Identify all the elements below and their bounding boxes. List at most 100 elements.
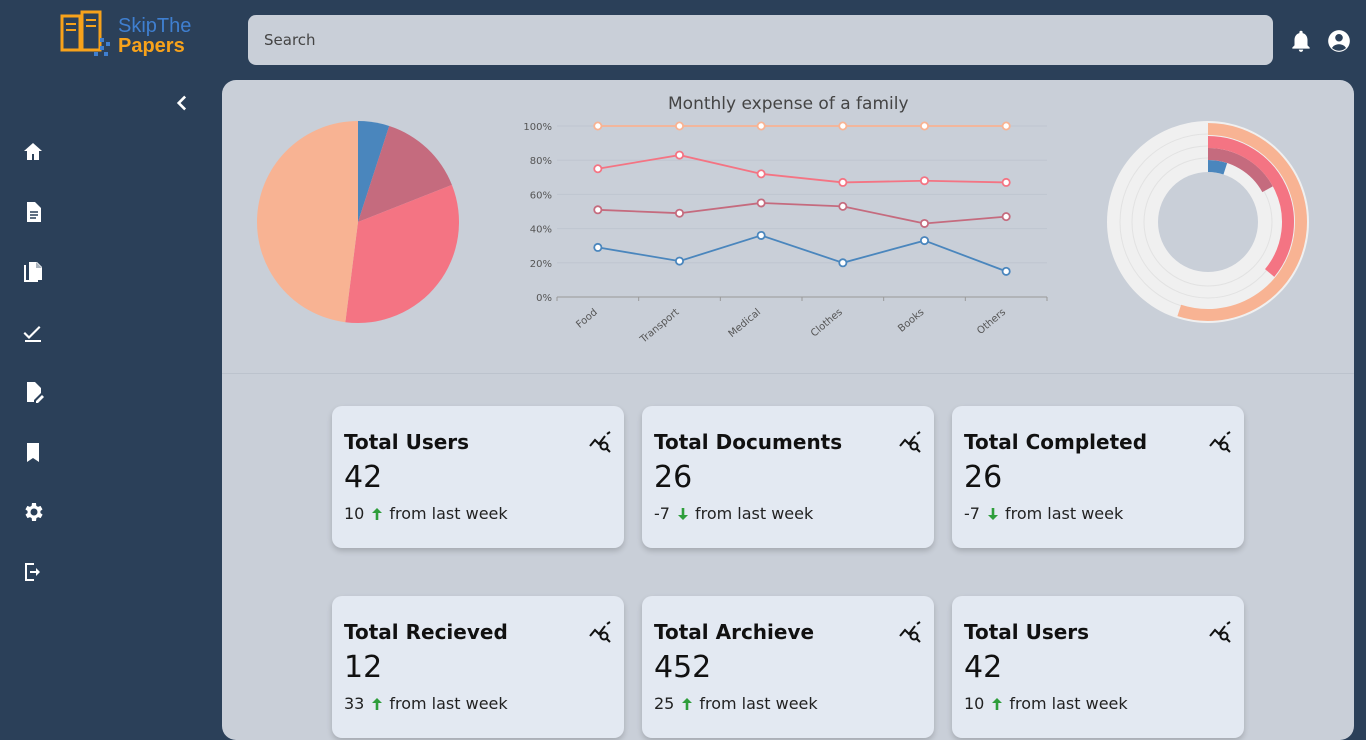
arrow-up-icon (372, 697, 383, 710)
stat-suffix: from last week (699, 694, 818, 713)
series-line-1 (597, 202, 1007, 225)
series-point (593, 121, 603, 131)
stat-change: 33 from last week (344, 694, 508, 713)
analytics-search-icon[interactable] (1208, 620, 1232, 644)
stat-value: 26 (654, 460, 693, 495)
stat-delta: -7 (964, 504, 980, 523)
x-tick-label: Medical (727, 307, 763, 340)
stat-delta: 10 (964, 694, 985, 713)
series-point (756, 121, 766, 131)
sidebar-item-logout[interactable] (18, 557, 48, 587)
y-tick-label: 60% (530, 190, 552, 201)
stat-value: 42 (964, 650, 1003, 685)
arrow-up-icon (372, 507, 383, 520)
sidebar-item-completed[interactable] (18, 317, 48, 347)
stat-title: Total Recieved (344, 620, 508, 644)
series-point (838, 121, 848, 131)
stat-change: -7 from last week (654, 504, 813, 523)
series-point (674, 121, 684, 131)
y-tick-label: 0% (536, 293, 552, 304)
series-point (838, 177, 848, 187)
stat-suffix: from last week (1009, 694, 1128, 713)
book-logo-icon (60, 10, 110, 56)
sidebar-item-home[interactable] (18, 137, 48, 167)
series-line-2 (597, 154, 1007, 184)
x-tick-label: Books (896, 307, 926, 335)
series-point (593, 164, 603, 174)
bell-icon[interactable] (1288, 28, 1314, 54)
arrow-down-icon (987, 507, 998, 520)
arrow-up-icon (682, 697, 693, 710)
stat-title: Total Completed (964, 430, 1148, 454)
analytics-search-icon[interactable] (588, 430, 612, 454)
stat-card-total-completed[interactable]: Total Completed 26 -7 from last week (952, 406, 1244, 548)
x-tick-label: Clothes (809, 307, 845, 340)
stat-title: Total Users (964, 620, 1090, 644)
stat-value: 26 (964, 460, 1003, 495)
series-point (756, 169, 766, 179)
sidebar-item-bookmarks[interactable] (18, 437, 48, 467)
arrow-down-icon (677, 507, 688, 520)
stat-title: Total Documents (654, 430, 843, 454)
account-icon[interactable] (1326, 28, 1352, 54)
series-point (1001, 266, 1011, 276)
series-point (919, 236, 929, 246)
series-line-0 (597, 234, 1007, 273)
stat-card-total-users[interactable]: Total Users 42 10 from last week (332, 406, 624, 548)
series-point (1001, 212, 1011, 222)
series-point (919, 121, 929, 131)
pie-slice-3 (257, 121, 358, 323)
series-point (593, 242, 603, 252)
pie-chart (257, 121, 459, 323)
x-tick-label: Food (574, 307, 599, 331)
stat-delta: 25 (654, 694, 675, 713)
stat-card-total-archieve[interactable]: Total Archieve 452 25 from last week (642, 596, 934, 738)
document-icon (27, 202, 41, 222)
stat-card-total-documents[interactable]: Total Documents 26 -7 from last week (642, 406, 934, 548)
main-panel: Monthly expense of a family 0% 20% 40% 60% 8… (222, 80, 1354, 740)
stat-title: Total Users (344, 430, 470, 454)
edit-document-icon (27, 382, 44, 403)
series-point (674, 208, 684, 218)
series-point (593, 205, 603, 215)
series-point (838, 201, 848, 211)
logo[interactable]: SkipThe Papers (60, 10, 200, 62)
analytics-search-icon[interactable] (898, 620, 922, 644)
y-tick-label: 20% (530, 259, 552, 270)
series-point (1001, 121, 1011, 131)
stat-delta: -7 (654, 504, 670, 523)
sidebar-item-copies[interactable] (18, 257, 48, 287)
stat-value: 452 (654, 650, 712, 685)
stat-title: Total Archieve (654, 620, 815, 644)
stat-change: 10 from last week (964, 694, 1128, 713)
x-tick-label: Transport (638, 307, 682, 346)
analytics-search-icon[interactable] (588, 620, 612, 644)
radial-bar-0 (1207, 160, 1228, 175)
home-icon (24, 143, 42, 160)
gear-icon (25, 503, 43, 521)
sidebar-item-settings[interactable] (18, 497, 48, 527)
bookmark-icon (27, 443, 39, 462)
series-point (919, 218, 929, 228)
analytics-search-icon[interactable] (1208, 430, 1232, 454)
stat-card-total-recieved[interactable]: Total Recieved 12 33 from last week (332, 596, 624, 738)
file-copy-icon (24, 262, 42, 282)
search-input[interactable] (248, 15, 1273, 65)
y-tick-label: 40% (530, 225, 552, 236)
stat-card-total-users[interactable]: Total Users 42 10 from last week (952, 596, 1244, 738)
series-point (756, 198, 766, 208)
analytics-search-icon[interactable] (898, 430, 922, 454)
sidebar-item-documents[interactable] (18, 197, 48, 227)
series-point (838, 258, 848, 268)
sidebar-item-edit[interactable] (18, 377, 48, 407)
series-point (674, 256, 684, 266)
stat-change: 10 from last week (344, 504, 508, 523)
series-point (674, 150, 684, 160)
arrow-up-icon (992, 697, 1003, 710)
series-point (919, 176, 929, 186)
stat-suffix: from last week (389, 504, 508, 523)
collapse-sidebar-button[interactable] (170, 92, 192, 114)
stat-suffix: from last week (389, 694, 508, 713)
stat-change: -7 from last week (964, 504, 1123, 523)
x-tick-label: Others (975, 307, 1008, 337)
